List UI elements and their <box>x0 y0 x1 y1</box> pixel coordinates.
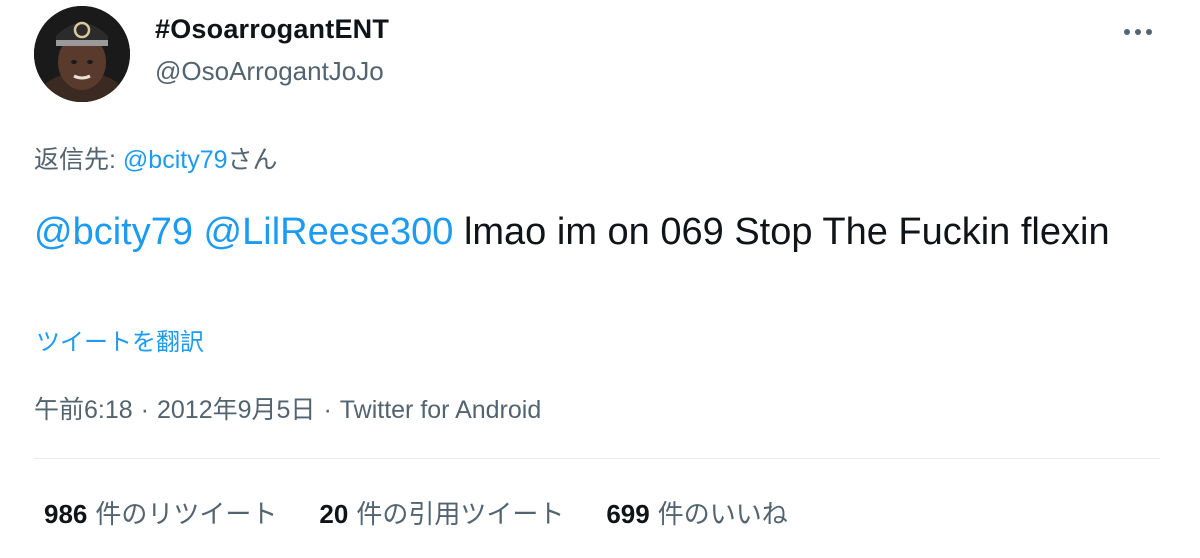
tweet-mention-link[interactable]: @LilReese300 <box>204 211 454 253</box>
tweet-date[interactable]: 2012年9月5日 <box>157 396 315 424</box>
likes-count: 699 <box>606 499 650 529</box>
tweet-meta: 午前6:18 · 2012年9月5日 · Twitter for Android <box>34 390 541 426</box>
tweet-source-link[interactable]: Twitter for Android <box>340 396 541 424</box>
tweet-text: @bcity79 @LilReese300 lmao im on 069 Sto… <box>34 204 1144 260</box>
quotes-label: 件の引用ツイート <box>356 499 565 529</box>
meta-separator: · <box>140 396 149 424</box>
retweets-label: 件のリツイート <box>95 499 278 529</box>
likes-label: 件のいいね <box>657 499 788 529</box>
reply-suffix: さん <box>227 146 278 174</box>
retweets-stat[interactable]: 986 件のリツイート <box>44 494 277 531</box>
avatar[interactable] <box>34 6 130 102</box>
author-handle[interactable]: @OsoArrogantJoJo <box>155 56 384 87</box>
retweets-count: 986 <box>44 499 88 529</box>
tweet-time[interactable]: 午前6:18 <box>34 396 133 424</box>
engagement-stats: 986 件のリツイート 20 件の引用ツイート 699 件のいいね <box>44 494 830 531</box>
meta-separator: · <box>323 396 332 424</box>
avatar-image <box>34 6 130 102</box>
reply-mention-link[interactable]: @bcity79 <box>123 146 228 174</box>
quotes-stat[interactable]: 20 件の引用ツイート <box>319 494 564 531</box>
tweet-mention-link[interactable]: @bcity79 <box>34 211 193 253</box>
reply-prefix: 返信先: <box>34 146 123 174</box>
divider <box>34 458 1160 459</box>
likes-stat[interactable]: 699 件のいいね <box>606 494 787 531</box>
more-horizontal-icon[interactable] <box>1118 18 1158 46</box>
tweet-card: #OsoarrogantENT @OsoArrogantJoJo 返信先: @b… <box>0 0 1200 558</box>
author-display-name[interactable]: #OsoarrogantENT <box>155 14 389 45</box>
quotes-count: 20 <box>319 499 349 529</box>
reply-context: 返信先: @bcity79さん <box>34 140 278 176</box>
translate-tweet-link[interactable]: ツイートを翻訳 <box>36 322 204 357</box>
tweet-body: lmao im on 069 Stop The Fuckin flexin <box>463 211 1110 253</box>
